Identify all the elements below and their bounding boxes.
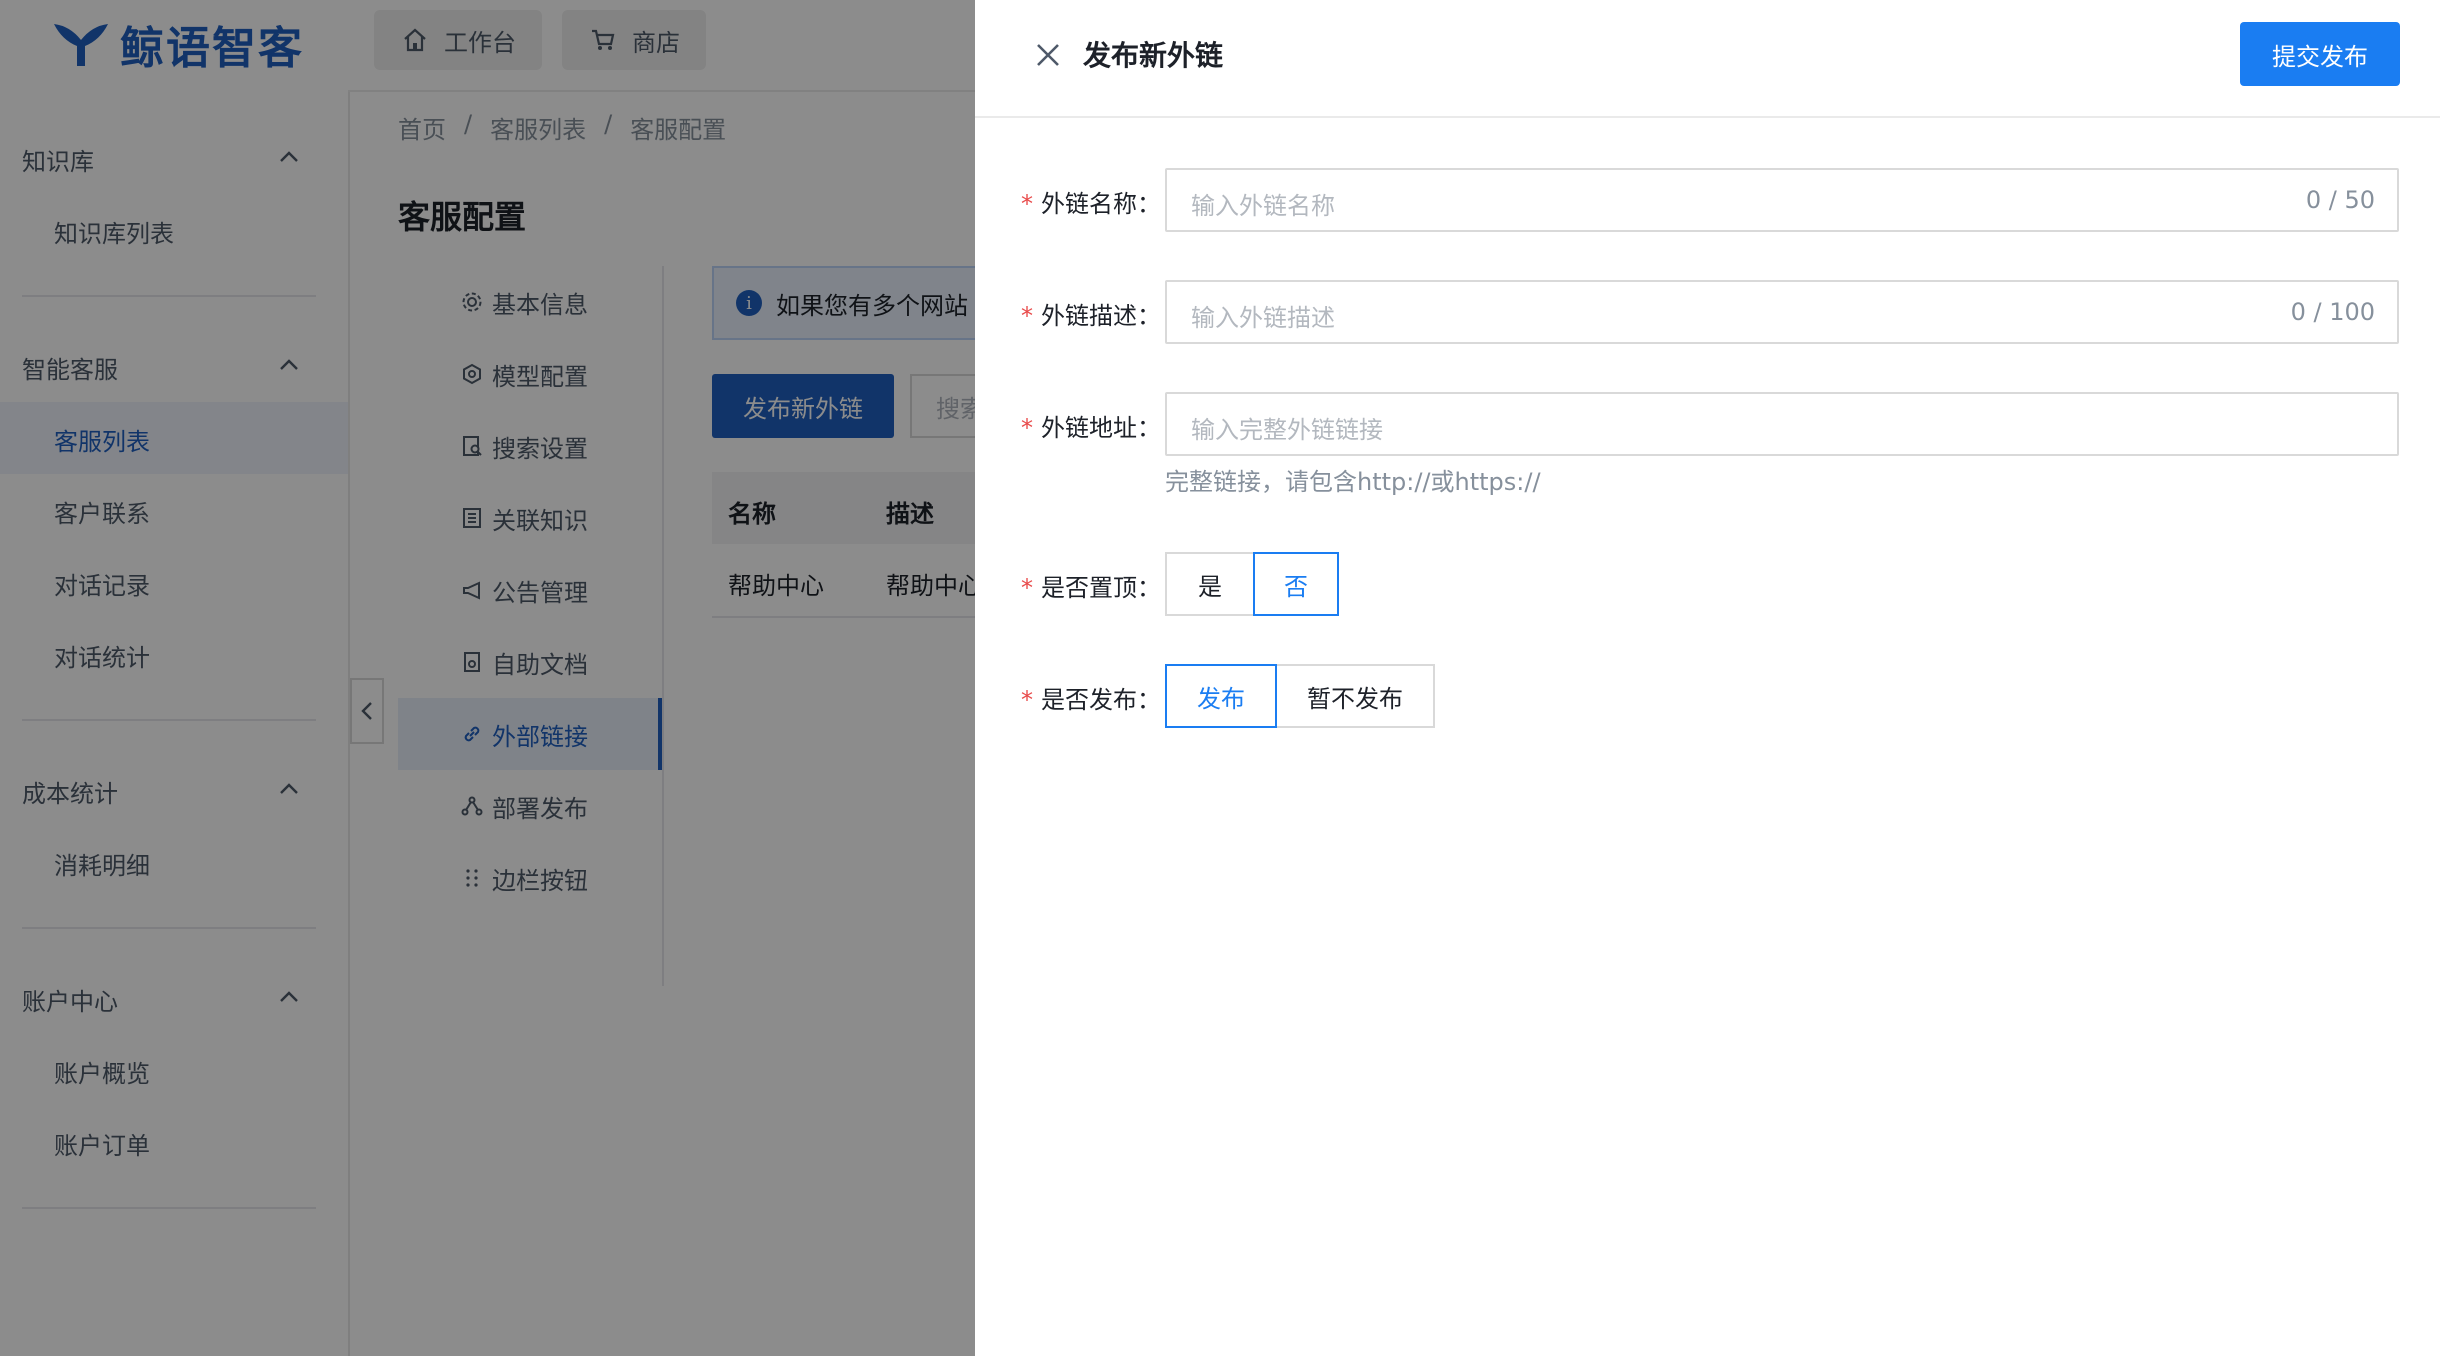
url-hint: 完整链接，请包含http://或https:// <box>1165 468 1541 496</box>
pin-segmented-control: 是 否 <box>1165 552 1339 616</box>
link-desc-placeholder: 输入外链描述 <box>1191 304 1335 332</box>
publish-option-now[interactable]: 发布 <box>1165 664 1277 728</box>
close-icon[interactable] <box>1031 38 1065 72</box>
field-label-name: * 外链名称： <box>1021 190 1161 218</box>
field-label-desc: * 外链描述： <box>1021 302 1161 330</box>
link-desc-input[interactable]: 输入外链描述 0 / 100 <box>1165 280 2399 344</box>
link-url-placeholder: 输入完整外链链接 <box>1191 416 1383 444</box>
field-label-pin: * 是否置顶： <box>1021 574 1161 602</box>
link-name-input[interactable]: 输入外链名称 0 / 50 <box>1165 168 2399 232</box>
char-counter: 0 / 100 <box>2290 298 2375 326</box>
drawer-title: 发布新外链 <box>1083 39 1224 72</box>
link-url-input[interactable]: 输入完整外链链接 <box>1165 392 2399 456</box>
link-name-placeholder: 输入外链名称 <box>1191 192 1335 220</box>
char-counter: 0 / 50 <box>2305 186 2375 214</box>
submit-publish-button[interactable]: 提交发布 <box>2240 22 2400 86</box>
publish-segmented-control: 发布 暂不发布 <box>1165 664 1435 728</box>
publish-option-later[interactable]: 暂不发布 <box>1277 664 1435 728</box>
pin-option-no[interactable]: 否 <box>1253 552 1339 616</box>
publish-link-drawer: 发布新外链 提交发布 * 外链名称： 输入外链名称 0 / 50 * 外链描述： 输… <box>975 0 2440 1356</box>
drawer-header: 发布新外链 提交发布 <box>975 0 2440 118</box>
field-label-url: * 外链地址： <box>1021 414 1161 442</box>
pin-option-yes[interactable]: 是 <box>1165 552 1253 616</box>
field-label-publish: * 是否发布： <box>1021 686 1161 714</box>
